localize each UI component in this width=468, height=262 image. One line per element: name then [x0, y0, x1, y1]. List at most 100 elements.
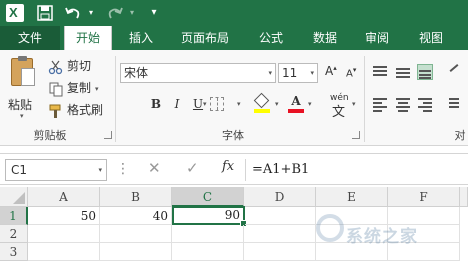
column-header-d[interactable]: D [244, 187, 316, 207]
insert-function-icon[interactable]: fx [222, 159, 234, 174]
clipboard-launcher-icon[interactable] [104, 131, 112, 139]
font-color-label: A [291, 94, 301, 108]
name-box-dropdown-icon[interactable]: ▾ [98, 160, 102, 180]
phonetic-dropdown-icon[interactable]: ▾ [352, 94, 356, 114]
shrink-label: A [346, 68, 353, 80]
underline-dropdown-icon[interactable]: ▾ [203, 94, 207, 114]
cell-c1[interactable]: 90 [172, 206, 247, 227]
cell-a1[interactable]: 50 [28, 207, 100, 225]
align-bottom-icon[interactable] [417, 64, 433, 80]
align-top-icon[interactable] [372, 64, 388, 80]
format-painter-label: 格式刷 [67, 103, 104, 117]
redo-dropdown-icon[interactable]: ▾ [127, 4, 137, 22]
paste-label: 粘贴 [8, 98, 33, 112]
copy-label: 复制 [67, 81, 92, 95]
phonetic-guide-button[interactable]: wén 文 [330, 93, 349, 120]
enter-icon[interactable]: ✓ [186, 159, 199, 177]
copy-icon [48, 81, 64, 97]
column-header-a[interactable]: A [28, 187, 100, 207]
cell-d1[interactable] [245, 207, 316, 225]
customize-qat-icon[interactable]: ▾ [148, 4, 160, 22]
tab-formulas[interactable]: 公式 [248, 26, 294, 50]
fill-color-button[interactable] [253, 92, 271, 114]
cut-button[interactable]: 剪切 [48, 56, 91, 76]
column-header-c[interactable]: C [172, 187, 244, 207]
vertical-align-row [372, 62, 468, 82]
tab-insert[interactable]: 插入 [118, 26, 164, 50]
formula-input[interactable]: =A1+B1 [252, 154, 309, 186]
bold-button[interactable]: B [146, 94, 166, 114]
increase-font-size-button[interactable]: A▴ [325, 64, 337, 78]
excel-logo-icon [6, 4, 24, 22]
font-name-dropdown-icon[interactable]: ▾ [268, 64, 272, 82]
font-group-label: 字体 [222, 129, 244, 142]
row-header-3[interactable]: 3 [0, 243, 28, 261]
group-separator [115, 56, 116, 142]
format-painter-button[interactable]: 格式刷 [48, 100, 103, 120]
paste-dropdown-icon[interactable]: ▾ [20, 112, 24, 120]
row-header-2[interactable]: 2 [0, 225, 28, 243]
font-size-select[interactable]: 11 ▾ [278, 63, 318, 83]
borders-icon[interactable] [210, 97, 224, 111]
font-name-value: 宋体 [124, 66, 149, 80]
name-box[interactable]: C1 ▾ [5, 159, 107, 181]
ribbon-tabs: 文件 开始 插入 页面布局 公式 数据 审阅 视图 [0, 26, 468, 51]
cell-d2[interactable] [244, 225, 316, 243]
row-header-1[interactable]: 1 [0, 207, 28, 225]
column-header-g[interactable] [460, 187, 468, 207]
indent-icon[interactable] [448, 96, 464, 112]
tab-page-layout[interactable]: 页面布局 [172, 26, 238, 50]
italic-button[interactable]: I [167, 94, 187, 114]
orientation-icon[interactable] [448, 64, 464, 80]
cancel-icon[interactable]: ✕ [148, 159, 161, 177]
align-center-icon[interactable] [395, 96, 411, 112]
column-header-e[interactable]: E [316, 187, 388, 207]
cell-d3[interactable] [244, 243, 316, 261]
cell-b1[interactable]: 40 [100, 207, 172, 225]
tab-file[interactable]: 文件 [0, 26, 60, 50]
borders-dropdown-icon[interactable]: ▾ [237, 94, 241, 114]
watermark-text: 系统之家 [346, 227, 418, 247]
font-color-dropdown-icon[interactable]: ▾ [308, 94, 312, 114]
save-icon[interactable] [36, 4, 54, 22]
tab-data[interactable]: 数据 [302, 26, 348, 50]
font-size-dropdown-icon[interactable]: ▾ [310, 64, 314, 82]
font-color-button[interactable]: A [288, 94, 304, 114]
cell-a2[interactable] [28, 225, 100, 243]
font-name-select[interactable]: 宋体 ▾ [120, 63, 276, 83]
decrease-font-size-button[interactable]: A▾ [346, 66, 356, 79]
ribbon-home: 粘贴 ▾ 剪切 复制 ▾ 格式刷 剪贴板 宋体 ▾ 11 ▾ A▴ A▾ B I … [0, 50, 468, 146]
group-separator [364, 56, 365, 142]
undo-icon[interactable] [64, 4, 82, 22]
column-header-b[interactable]: B [100, 187, 172, 207]
fill-color-dropdown-icon[interactable]: ▾ [275, 94, 279, 114]
format-painter-icon [48, 103, 64, 119]
copy-dropdown-icon[interactable]: ▾ [95, 85, 99, 93]
horizontal-align-row [372, 94, 468, 114]
cell-b3[interactable] [100, 243, 172, 261]
column-header-f[interactable]: F [388, 187, 460, 207]
cut-label: 剪切 [67, 59, 92, 73]
watermark-logo-icon [316, 214, 344, 242]
select-all-button[interactable] [0, 187, 28, 207]
paint-bucket-icon [253, 92, 270, 109]
copy-button[interactable]: 复制 ▾ [48, 78, 99, 98]
undo-dropdown-icon[interactable]: ▾ [86, 4, 96, 22]
cell-a3[interactable] [28, 243, 100, 261]
tab-home[interactable]: 开始 [64, 26, 112, 51]
align-middle-icon[interactable] [395, 64, 411, 80]
redo-icon[interactable] [106, 4, 124, 22]
resize-handle-icon[interactable]: ⋮ [116, 161, 130, 177]
font-launcher-icon[interactable] [352, 131, 360, 139]
grow-label: A [325, 64, 334, 78]
cell-b2[interactable] [100, 225, 172, 243]
tab-view[interactable]: 视图 [408, 26, 454, 50]
font-color-swatch [288, 109, 304, 113]
cell-c3[interactable] [172, 243, 244, 261]
name-box-value: C1 [11, 163, 28, 177]
align-right-icon[interactable] [417, 96, 433, 112]
align-left-icon[interactable] [372, 96, 388, 112]
cell-c2[interactable] [172, 225, 244, 243]
tab-review[interactable]: 审阅 [354, 26, 400, 50]
paste-button[interactable]: 粘贴 ▾ [6, 56, 40, 120]
